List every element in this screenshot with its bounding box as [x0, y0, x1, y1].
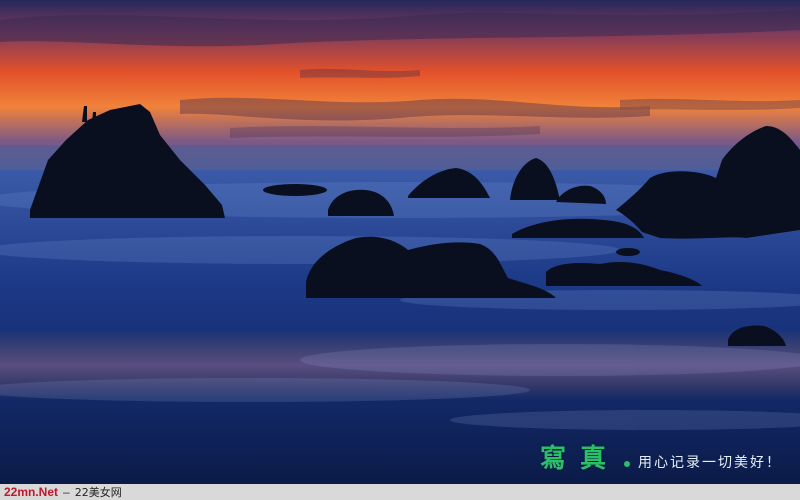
photo-watermark: 寫真 用心记录一切美好！	[540, 438, 782, 475]
photo-viewer: 寫真 用心记录一切美好！ 22mn.Net – 22美女网	[0, 0, 800, 500]
watermark-seal: 寫真	[539, 444, 620, 474]
small-rock-right	[616, 248, 640, 256]
footer-separator: –	[63, 485, 70, 499]
site-footer-bar: 22mn.Net – 22美女网	[0, 484, 800, 500]
distant-rock-1	[263, 184, 327, 196]
watermark-dot-icon	[624, 461, 630, 467]
seascape-photo	[0, 0, 800, 484]
footer-site-name: 22美女网	[74, 486, 122, 499]
footer-site-link[interactable]: 22mn.Net	[4, 485, 58, 499]
watermark-slogan: 用心记录一切美好！	[638, 455, 782, 471]
